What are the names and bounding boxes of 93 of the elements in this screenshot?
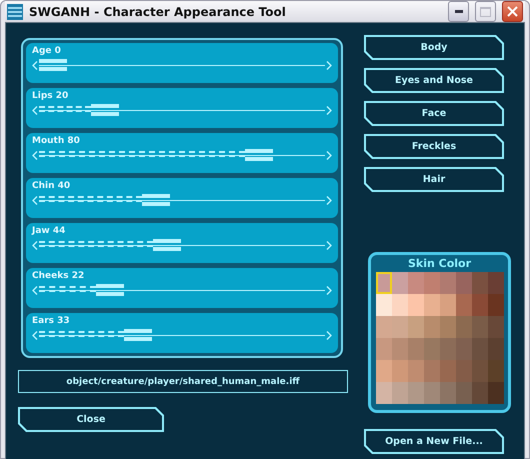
color-swatch[interactable] [392, 316, 408, 338]
color-swatch[interactable] [440, 360, 456, 382]
color-swatch[interactable] [456, 272, 472, 294]
slider-thumb[interactable] [142, 194, 170, 206]
color-swatch[interactable] [488, 382, 504, 404]
color-swatch[interactable] [456, 360, 472, 382]
color-swatch[interactable] [376, 360, 392, 382]
color-swatch[interactable] [488, 294, 504, 316]
color-swatch[interactable] [440, 316, 456, 338]
color-swatch[interactable] [488, 338, 504, 360]
color-swatch[interactable] [376, 382, 392, 404]
color-swatch[interactable] [456, 294, 472, 316]
close-icon [507, 6, 518, 17]
chevron-right-icon[interactable] [326, 240, 332, 250]
color-swatch[interactable] [408, 382, 424, 404]
chevron-right-icon[interactable] [326, 330, 332, 340]
chevron-left-icon[interactable] [32, 240, 38, 250]
section-button[interactable]: Eyes and Nose [364, 68, 504, 93]
color-swatch[interactable] [392, 272, 408, 294]
chevron-left-icon[interactable] [32, 286, 38, 294]
close-button[interactable] [502, 1, 523, 22]
color-swatch[interactable] [424, 316, 440, 338]
color-swatch[interactable] [376, 338, 392, 360]
minimize-icon [454, 10, 462, 13]
color-swatch[interactable] [424, 294, 440, 316]
color-swatch[interactable] [408, 294, 424, 316]
color-swatch[interactable] [376, 272, 392, 294]
open-file-button[interactable]: Open a New File... [364, 429, 504, 454]
color-swatch[interactable] [472, 294, 488, 316]
slider-thumb[interactable] [124, 329, 152, 341]
maximize-icon [480, 6, 491, 16]
color-swatch[interactable] [440, 272, 456, 294]
chevron-right-icon[interactable] [326, 106, 332, 114]
file-path-display: object/creature/player/shared_human_male.iff [18, 370, 348, 393]
color-swatch[interactable] [456, 316, 472, 338]
slider-thumb[interactable] [96, 284, 124, 296]
slider-label: Age 0 [32, 46, 61, 56]
color-swatch[interactable] [408, 360, 424, 382]
skin-color-title: Skin Color [408, 257, 472, 270]
section-button[interactable]: Face [364, 101, 504, 126]
slider-label: Mouth 80 [32, 136, 80, 146]
chevron-left-icon[interactable] [32, 60, 38, 70]
slider-track[interactable] [39, 148, 325, 162]
close-app-button[interactable]: Close [18, 407, 164, 432]
color-swatch[interactable] [408, 272, 424, 294]
color-swatch[interactable] [408, 316, 424, 338]
section-button[interactable]: Freckles [364, 134, 504, 159]
color-swatch[interactable] [472, 316, 488, 338]
color-swatch[interactable] [424, 360, 440, 382]
color-swatch[interactable] [424, 338, 440, 360]
color-swatch[interactable] [424, 382, 440, 404]
color-swatch[interactable] [392, 294, 408, 316]
slider-label: Lips 20 [32, 91, 68, 101]
slider-thumb[interactable] [90, 104, 119, 116]
color-swatch[interactable] [488, 360, 504, 382]
section-button[interactable]: Body [364, 35, 504, 60]
slider-label: Chin 40 [32, 181, 70, 191]
color-swatch[interactable] [456, 382, 472, 404]
slider-label: Ears 33 [32, 316, 70, 326]
color-swatch[interactable] [472, 272, 488, 294]
color-swatch[interactable] [440, 382, 456, 404]
chevron-left-icon[interactable] [32, 330, 38, 340]
color-swatch[interactable] [472, 382, 488, 404]
minimize-button[interactable] [448, 1, 469, 22]
chevron-left-icon[interactable] [32, 196, 38, 204]
chevron-right-icon[interactable] [326, 60, 332, 70]
app-icon [7, 4, 23, 20]
slider-thumb[interactable] [152, 239, 181, 251]
window-title: SWGANH - Character Appearance Tool [29, 4, 287, 18]
color-swatch[interactable] [392, 382, 408, 404]
chevron-left-icon[interactable] [32, 106, 38, 114]
color-swatch[interactable] [392, 338, 408, 360]
chevron-right-icon[interactable] [326, 150, 332, 160]
color-swatch[interactable] [456, 338, 472, 360]
slider-thumb[interactable] [39, 59, 67, 71]
chevron-left-icon[interactable] [32, 150, 38, 160]
slider-thumb[interactable] [245, 149, 274, 161]
color-swatch[interactable] [488, 316, 504, 338]
color-swatch[interactable] [392, 360, 408, 382]
chevron-right-icon[interactable] [326, 286, 332, 294]
color-swatch[interactable] [472, 338, 488, 360]
color-swatch[interactable] [440, 294, 456, 316]
chevron-right-icon[interactable] [326, 196, 332, 204]
slider-label: Cheeks 22 [32, 271, 84, 281]
color-swatch[interactable] [376, 316, 392, 338]
color-swatch[interactable] [440, 338, 456, 360]
color-swatch[interactable] [376, 294, 392, 316]
color-swatch[interactable] [488, 272, 504, 294]
color-swatch[interactable] [424, 272, 440, 294]
slider-label: Jaw 44 [32, 226, 66, 236]
color-swatch[interactable] [408, 338, 424, 360]
section-button[interactable]: Hair [364, 167, 504, 192]
color-swatch[interactable] [472, 360, 488, 382]
